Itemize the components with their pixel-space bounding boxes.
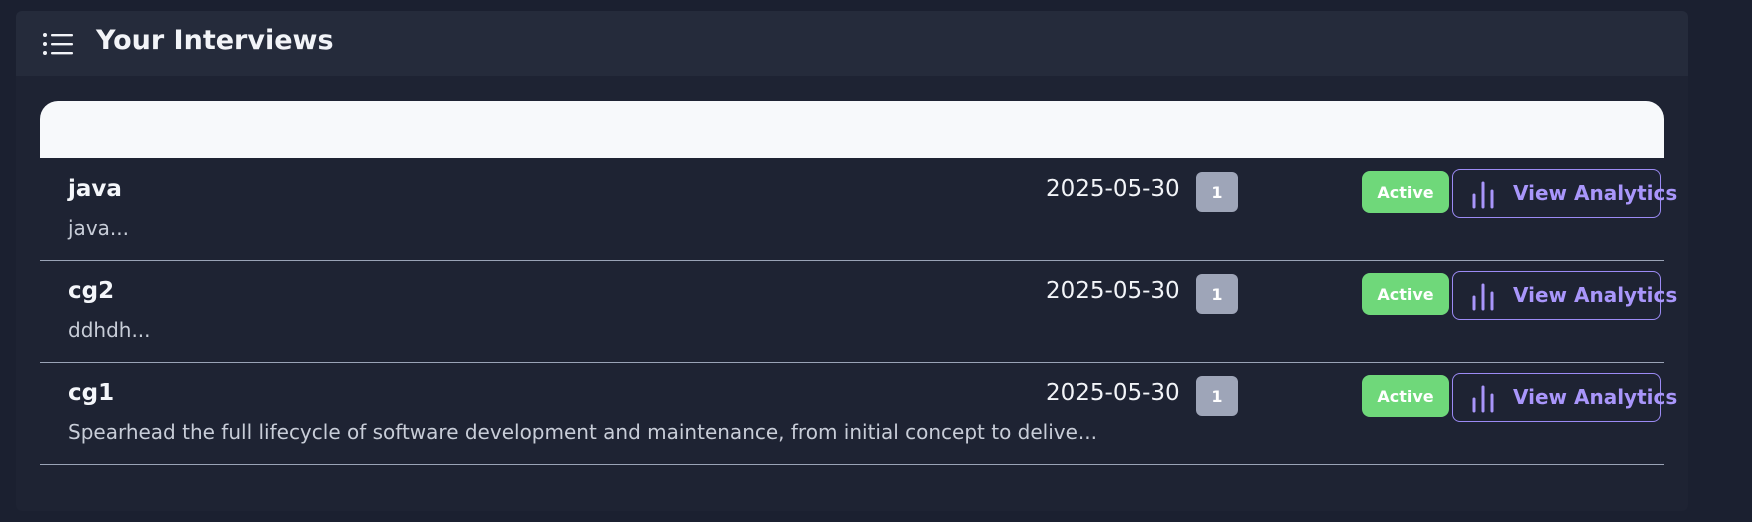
table-row: cg1 Spearhead the full lifecycle of soft… bbox=[40, 362, 1677, 465]
bar-chart-icon bbox=[1472, 283, 1494, 311]
interview-description: ddhdh... bbox=[68, 318, 151, 342]
question-count-badge: 1 bbox=[1196, 376, 1238, 416]
bar-chart-icon bbox=[1472, 181, 1494, 209]
view-analytics-label: View Analytics bbox=[1513, 283, 1678, 307]
view-analytics-label: View Analytics bbox=[1513, 385, 1678, 409]
interview-description: java... bbox=[68, 216, 129, 240]
page-title: Your Interviews bbox=[96, 25, 334, 56]
question-count-badge: 1 bbox=[1196, 172, 1238, 212]
view-analytics-button[interactable]: View Analytics bbox=[1452, 271, 1677, 320]
status-badge: Active bbox=[1362, 273, 1449, 315]
table-row: java java... 2025-05-30 1 Active View An… bbox=[40, 158, 1677, 261]
table-row: cg2 ddhdh... 2025-05-30 1 Active View An… bbox=[40, 260, 1677, 363]
view-analytics-label: View Analytics bbox=[1513, 181, 1678, 205]
table-header bbox=[40, 101, 1664, 158]
interview-title: cg1 bbox=[68, 380, 115, 406]
interviews-card: Your Interviews java java... 2025-05-30 … bbox=[16, 11, 1688, 511]
interview-title: cg2 bbox=[68, 278, 115, 304]
interview-date: 2025-05-30 bbox=[1046, 380, 1180, 406]
status-badge: Active bbox=[1362, 171, 1449, 213]
interview-date: 2025-05-30 bbox=[1046, 176, 1180, 202]
question-count-badge: 1 bbox=[1196, 274, 1238, 314]
status-badge: Active bbox=[1362, 375, 1449, 417]
interview-title: java bbox=[68, 176, 122, 202]
card-header: Your Interviews bbox=[16, 11, 1688, 76]
view-analytics-button[interactable]: View Analytics bbox=[1452, 169, 1677, 218]
interview-date: 2025-05-30 bbox=[1046, 278, 1180, 304]
list-icon bbox=[43, 33, 73, 55]
interview-description: Spearhead the full lifecycle of software… bbox=[68, 420, 1098, 444]
bar-chart-icon bbox=[1472, 385, 1494, 413]
view-analytics-button[interactable]: View Analytics bbox=[1452, 373, 1677, 422]
